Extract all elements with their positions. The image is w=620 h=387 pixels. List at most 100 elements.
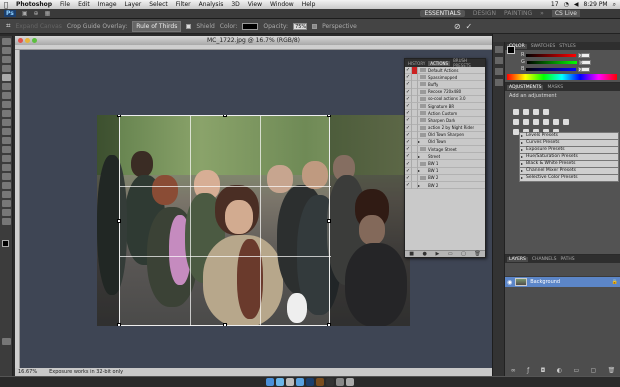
shape-tool-icon[interactable] xyxy=(1,191,11,198)
hue-saturation-icon[interactable] xyxy=(523,119,529,125)
brightness-icon[interactable] xyxy=(513,109,519,115)
menu-window[interactable]: Window xyxy=(266,1,298,8)
menu-help[interactable]: Help xyxy=(298,1,320,8)
safari-dock-icon[interactable] xyxy=(276,378,284,386)
spotlight-icon[interactable]: ⌕ xyxy=(613,1,616,9)
preset-selective-color[interactable]: Selective Color Presets xyxy=(519,174,619,182)
color-balance-icon[interactable] xyxy=(533,119,539,125)
photoshop-dock-icon[interactable] xyxy=(306,378,314,386)
layer-blend-options[interactable] xyxy=(505,263,620,277)
stop-icon[interactable]: ■ xyxy=(409,251,414,257)
tab-channels[interactable]: CHANNELS xyxy=(532,257,557,262)
path-select-tool-icon[interactable] xyxy=(1,182,11,189)
menu-filter[interactable]: Filter xyxy=(172,1,195,8)
curves-icon[interactable] xyxy=(533,109,539,115)
eraser-tool-icon[interactable] xyxy=(1,128,11,135)
green-value[interactable]: 0 xyxy=(578,59,591,65)
color-spectrum[interactable] xyxy=(507,74,617,80)
record-icon[interactable]: ● xyxy=(423,251,427,257)
menu-view[interactable]: View xyxy=(244,1,266,8)
close-window-icon[interactable] xyxy=(18,38,23,43)
minimize-window-icon[interactable] xyxy=(25,38,30,43)
cancel-icon[interactable]: ⊘ xyxy=(454,22,461,31)
tab-actions[interactable]: ACTIONS xyxy=(428,60,451,66)
crop-handle-right[interactable] xyxy=(327,219,331,223)
green-slider[interactable]: G 0 xyxy=(521,59,591,65)
crop-tool-icon[interactable] xyxy=(1,74,11,81)
menu-image[interactable]: Image xyxy=(94,1,121,8)
3d-rotate-tool-icon[interactable] xyxy=(1,200,11,207)
layer-style-icon[interactable]: ƒ xyxy=(527,367,529,374)
menu-file[interactable]: File xyxy=(56,1,74,8)
new-group-icon[interactable]: ▭ xyxy=(573,367,579,374)
menu-layer[interactable]: Layer xyxy=(121,1,146,8)
menu-app-name[interactable]: Photoshop xyxy=(12,1,56,8)
history-brush-tool-icon[interactable] xyxy=(1,119,11,126)
workspace-design[interactable]: DESIGN xyxy=(473,10,496,17)
crop-handle-bottom-left[interactable] xyxy=(117,323,121,326)
tab-masks[interactable]: MASKS xyxy=(547,85,563,90)
itunes-dock-icon[interactable] xyxy=(296,378,304,386)
blue-slider[interactable]: B 0 xyxy=(521,66,591,72)
foreground-color-swatch[interactable] xyxy=(2,240,9,247)
zoom-field[interactable]: 16.67% xyxy=(18,369,37,375)
tab-swatches[interactable]: SWATCHES xyxy=(531,44,556,49)
new-action-icon[interactable]: ▢ xyxy=(461,251,466,257)
photo-filter-icon[interactable] xyxy=(553,119,559,125)
crop-bounding-box[interactable] xyxy=(117,115,331,326)
adjustment-layer-icon[interactable]: ◐ xyxy=(557,367,562,374)
blur-tool-icon[interactable] xyxy=(1,146,11,153)
zoom-level-icon[interactable]: ⊕ xyxy=(34,10,39,17)
add-mask-icon[interactable]: ◘ xyxy=(541,367,546,374)
levels-icon[interactable] xyxy=(523,109,529,115)
vibrance-icon[interactable] xyxy=(513,119,519,125)
tab-adjustments[interactable]: ADJUSTMENTS xyxy=(507,84,544,90)
lasso-tool-icon[interactable] xyxy=(1,56,11,63)
channel-mixer-icon[interactable] xyxy=(563,119,569,125)
volume-icon[interactable]: ◀ xyxy=(574,1,579,8)
quick-select-tool-icon[interactable] xyxy=(1,65,11,72)
lightroom-dock-icon[interactable] xyxy=(326,378,334,386)
layer-row-background[interactable]: ◉ Background 🔒 xyxy=(505,277,620,287)
overlay-dropdown[interactable]: Rule of Thirds xyxy=(132,20,182,32)
delete-layer-icon[interactable]: 🗑 xyxy=(608,367,616,374)
status-message[interactable]: Exposure works in 32-bit only xyxy=(49,369,123,375)
menu-3d[interactable]: 3D xyxy=(227,1,243,8)
healing-tool-icon[interactable] xyxy=(1,92,11,99)
arrange-icon[interactable]: ▦ xyxy=(45,10,51,17)
finder-dock-icon[interactable] xyxy=(266,378,274,386)
blue-value[interactable]: 0 xyxy=(578,66,591,72)
bridge-icon[interactable]: ▣ xyxy=(22,10,28,17)
tab-history[interactable]: HISTORY xyxy=(408,61,425,66)
menu-analysis[interactable]: Analysis xyxy=(195,1,228,8)
action-row[interactable]: ✓ ▸ BW 2 xyxy=(405,181,485,190)
crop-handle-bottom[interactable] xyxy=(223,323,227,326)
cs-live-button[interactable]: CS Live xyxy=(551,10,580,17)
eyedropper-tool-icon[interactable] xyxy=(1,83,11,90)
clone-stamp-tool-icon[interactable] xyxy=(1,110,11,117)
mail-dock-icon[interactable] xyxy=(286,378,294,386)
brush-tool-icon[interactable] xyxy=(1,101,11,108)
perspective-checkbox[interactable] xyxy=(312,23,318,29)
wifi-icon[interactable]: ◔ xyxy=(564,1,569,8)
marquee-tool-icon[interactable] xyxy=(1,47,11,54)
move-tool-icon[interactable] xyxy=(1,38,11,45)
gradient-tool-icon[interactable] xyxy=(1,137,11,144)
workspace-essentials[interactable]: ESSENTIALS xyxy=(420,10,465,17)
crop-handle-top[interactable] xyxy=(223,115,227,117)
layer-name[interactable]: Background xyxy=(530,279,560,285)
preferences-dock-icon[interactable] xyxy=(336,378,344,386)
new-layer-icon[interactable]: ▢ xyxy=(591,367,597,374)
apple-icon[interactable]:  xyxy=(0,1,12,9)
expand-canvas-label[interactable]: Expand Canvas xyxy=(16,23,62,30)
color-panel-foreground-swatch[interactable] xyxy=(507,46,515,54)
trash-dock-icon[interactable] xyxy=(346,378,354,386)
play-icon[interactable]: ▶ xyxy=(435,251,439,257)
quick-mask-icon[interactable] xyxy=(2,338,11,345)
clock-text[interactable]: 8:29 PM xyxy=(583,1,607,8)
actions-panel-icon[interactable] xyxy=(494,57,503,64)
zoom-tool-icon[interactable] xyxy=(1,218,11,225)
crop-handle-left[interactable] xyxy=(117,219,121,223)
black-white-icon[interactable] xyxy=(543,119,549,125)
bridge-dock-icon[interactable] xyxy=(316,378,324,386)
